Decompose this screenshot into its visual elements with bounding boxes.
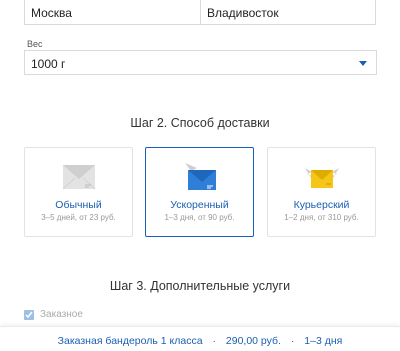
airplane-envelope-icon <box>185 163 216 190</box>
summary-price: 290,00 руб. <box>225 335 281 347</box>
destination-city-value: Владивосток <box>207 6 279 20</box>
registered-label: Заказное <box>40 309 83 320</box>
winged-envelope-icon <box>305 168 339 188</box>
delivery-option-meta: 3–5 дней, от 23 руб. <box>41 213 116 222</box>
registered-checkbox[interactable] <box>24 310 34 320</box>
destination-city-field[interactable]: Владивосток <box>200 0 376 25</box>
step3-title: Шаг 3. Дополнительные услуги <box>109 279 291 293</box>
weight-value: 1000 г <box>31 57 66 71</box>
chevron-down-icon <box>359 61 367 66</box>
weight-label: Вес <box>27 39 43 49</box>
checkmark-icon <box>25 311 33 319</box>
order-summary-bar: Заказная бандероль 1 класса · 290,00 руб… <box>0 326 400 351</box>
delivery-option-courier[interactable]: Курьерский 1–2 дня, от 310 руб. <box>267 147 376 237</box>
delivery-option-name: Ускоренный <box>170 199 229 211</box>
delivery-option-name: Курьерский <box>293 199 350 211</box>
delivery-option-name: Обычный <box>55 199 102 211</box>
step2-title: Шаг 2. Способ доставки <box>130 116 270 130</box>
summary-product: Заказная бандероль 1 класса <box>57 335 203 347</box>
delivery-option-meta: 1–3 дня, от 90 руб. <box>164 213 235 222</box>
origin-city-value: Москва <box>31 6 72 20</box>
delivery-option-express[interactable]: Ускоренный 1–3 дня, от 90 руб. <box>145 147 254 237</box>
delivery-option-meta: 1–2 дня, от 310 руб. <box>284 213 359 222</box>
summary-term: 1–3 дня <box>304 335 343 347</box>
origin-city-field[interactable]: Москва <box>24 0 200 25</box>
weight-select[interactable]: 1000 г <box>24 50 377 75</box>
summary-separator: · <box>290 335 295 347</box>
delivery-option-regular[interactable]: Обычный 3–5 дней, от 23 руб. <box>24 147 133 237</box>
envelope-icon <box>62 165 96 190</box>
summary-separator: · <box>212 335 216 347</box>
